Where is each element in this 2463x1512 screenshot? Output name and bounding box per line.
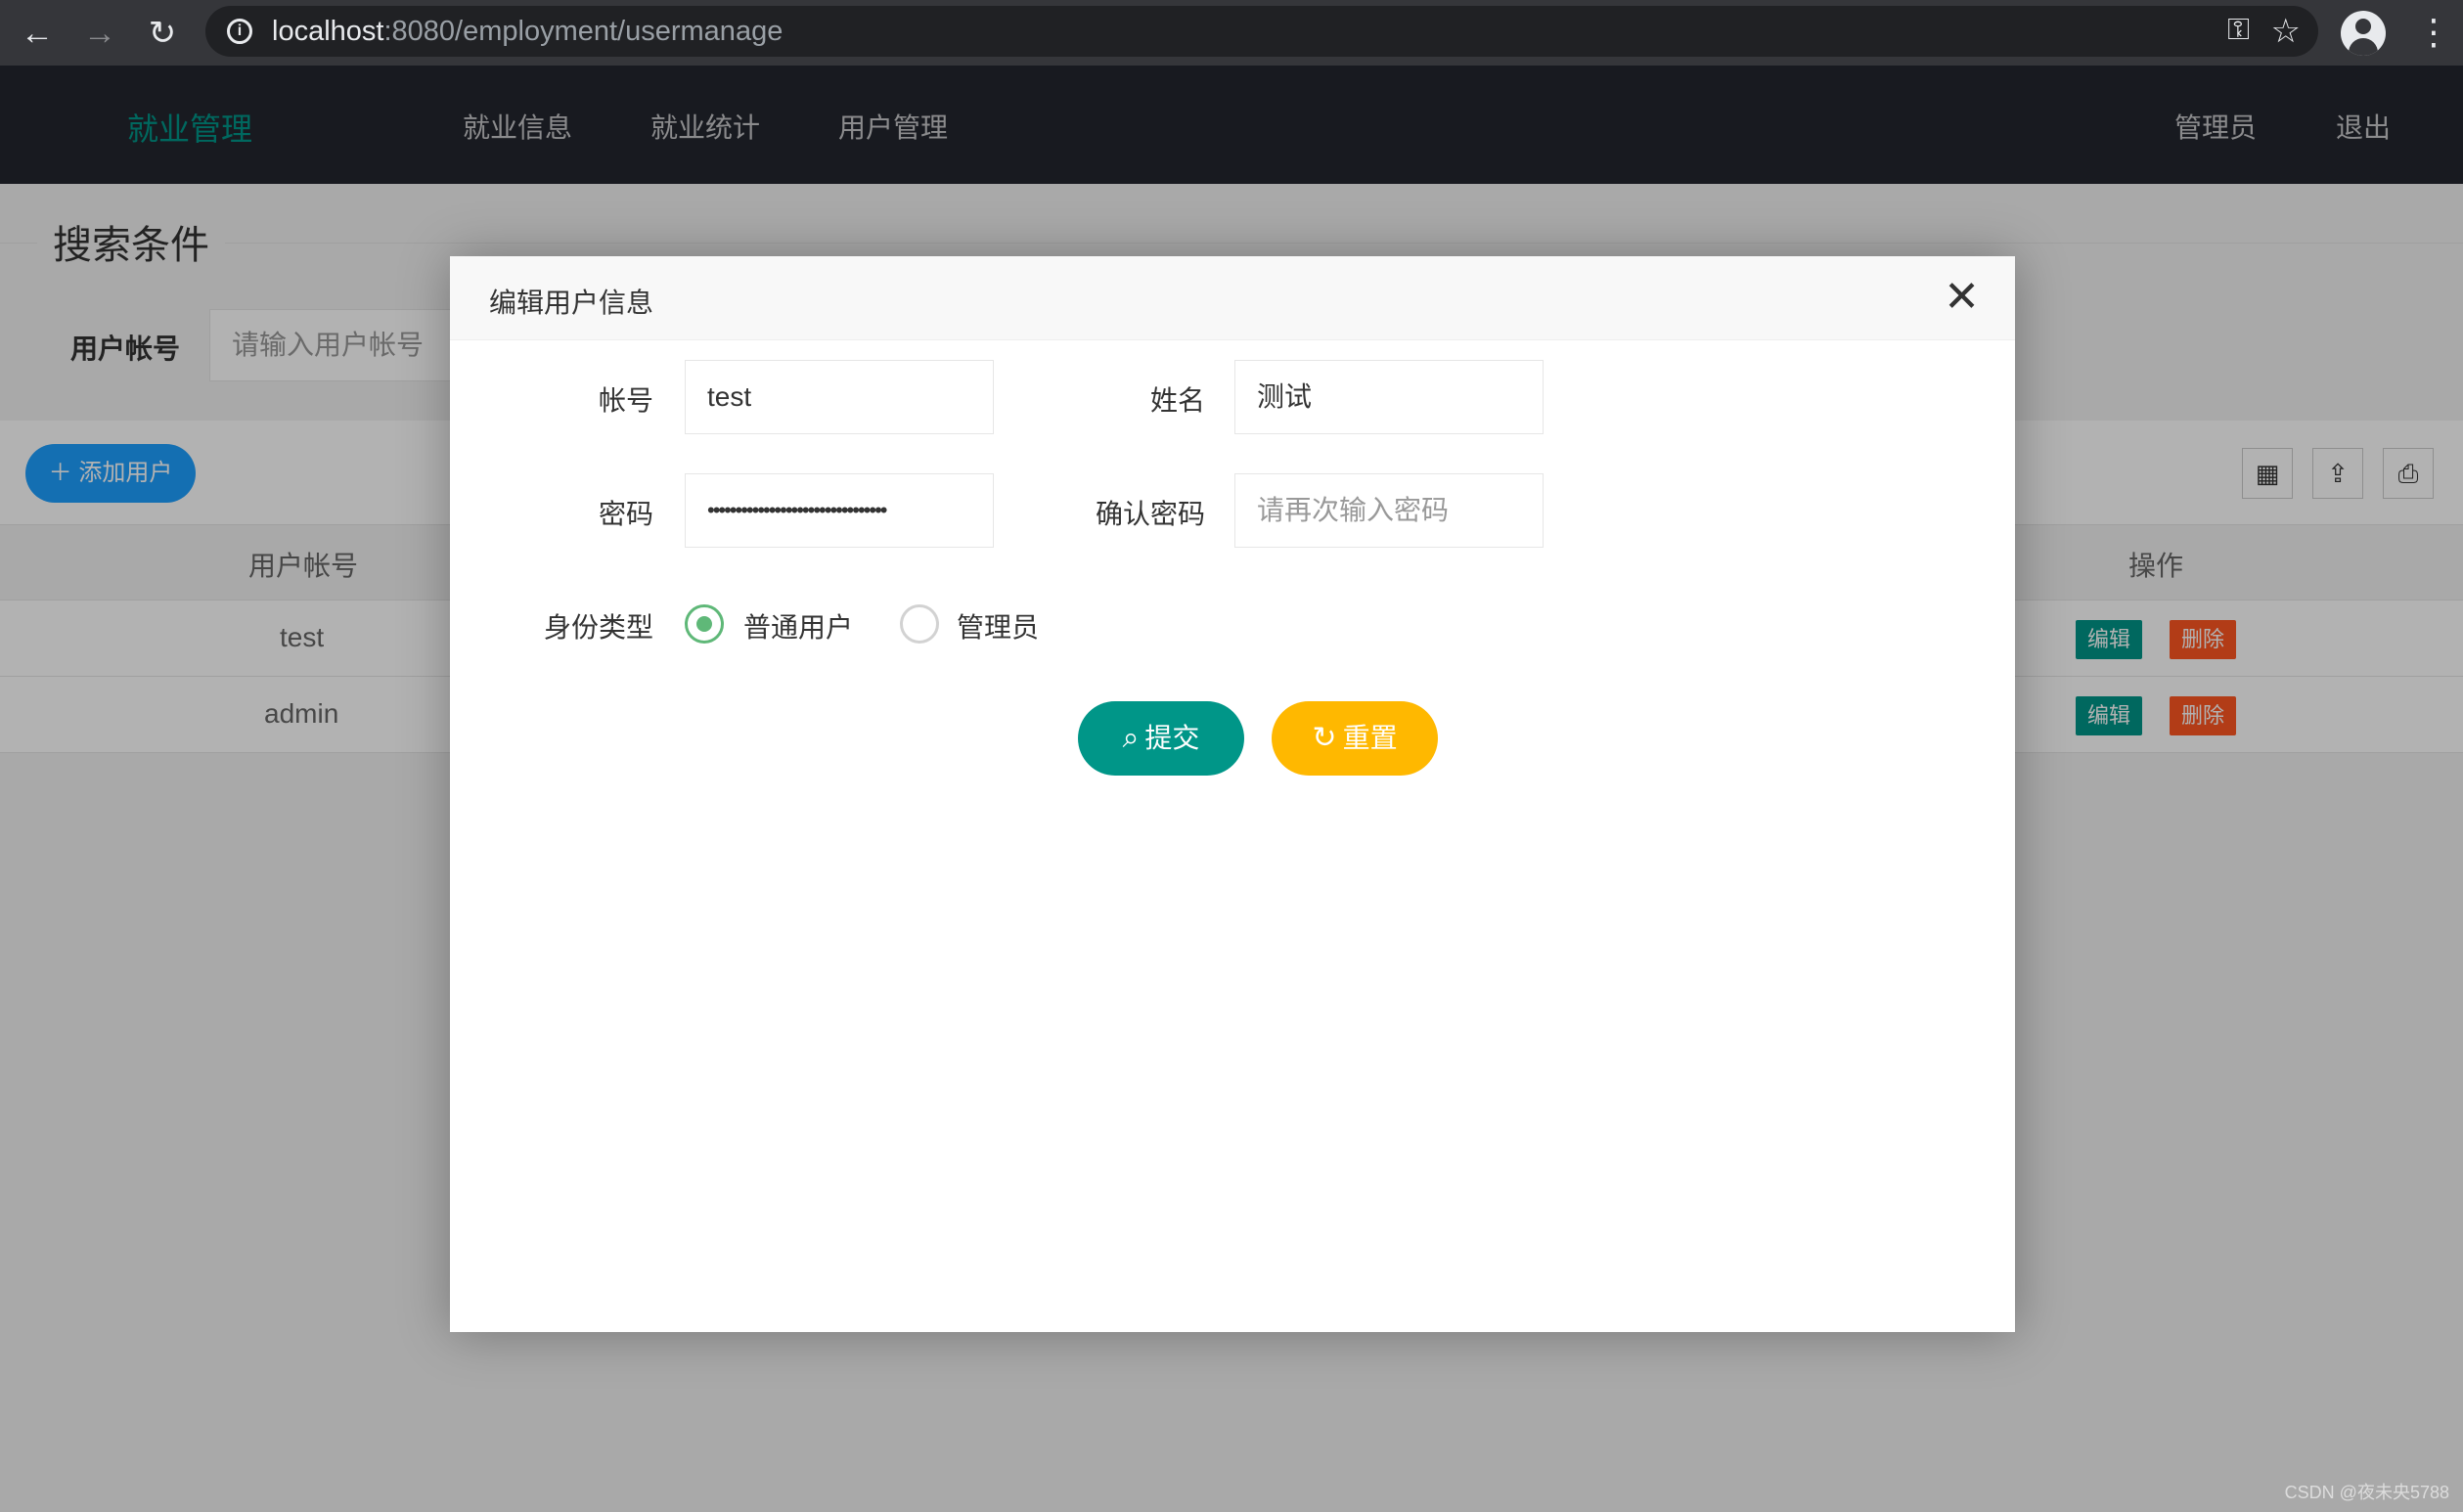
role-option-normal[interactable]: 普通用户 xyxy=(743,606,853,645)
password-input[interactable]: •••••••••••••••••••••••••••••••• xyxy=(685,473,994,548)
dialog-title: 编辑用户信息 xyxy=(489,288,654,318)
bookmark-star-icon[interactable]: ☆ xyxy=(2271,12,2301,51)
forward-icon[interactable]: → xyxy=(80,14,119,53)
role-radio-normal[interactable] xyxy=(685,604,724,644)
refresh-icon: ↻ xyxy=(1312,722,1337,754)
role-radio-admin[interactable] xyxy=(900,604,939,644)
confirm-password-input[interactable]: 请再次输入密码 xyxy=(1234,473,1544,548)
submit-button[interactable]: ⌕ 提交 xyxy=(1078,701,1244,776)
dialog-header: 编辑用户信息 ✕ xyxy=(450,256,2015,340)
browser-menu-icon[interactable]: ⋮ xyxy=(2416,10,2451,55)
account-label: 帐号 xyxy=(598,385,653,416)
account-input[interactable]: test xyxy=(685,360,994,434)
reload-icon[interactable]: ↻ xyxy=(143,14,182,53)
close-icon[interactable]: ✕ xyxy=(1944,276,1980,319)
edit-user-dialog: 编辑用户信息 ✕ 帐号 test 姓名 测试 密码 ••••••••••••••… xyxy=(450,256,2015,1332)
modal-shade-header xyxy=(0,66,2463,184)
reset-button[interactable]: ↻ 重置 xyxy=(1272,701,1438,776)
role-option-admin[interactable]: 管理员 xyxy=(957,606,1039,645)
profile-avatar-icon[interactable] xyxy=(2341,11,2386,56)
watermark: CSDN @夜未央5788 xyxy=(2284,1483,2449,1502)
site-info-icon[interactable]: i xyxy=(227,19,252,44)
browser-toolbar: ← → ↻ i localhost:8080/employment/userma… xyxy=(0,0,2463,66)
search-icon: ⌕ xyxy=(1122,722,1140,754)
name-label: 姓名 xyxy=(1149,385,1205,416)
name-input[interactable]: 测试 xyxy=(1234,360,1544,434)
role-label: 身份类型 xyxy=(543,612,653,643)
key-icon[interactable]: ⚿ xyxy=(2227,14,2250,47)
confirm-password-label: 确认密码 xyxy=(1095,499,1205,529)
password-label: 密码 xyxy=(598,499,653,529)
address-bar[interactable]: i localhost:8080/employment/usermanage ⚿… xyxy=(205,6,2318,57)
back-icon[interactable]: ← xyxy=(18,14,57,53)
url-text[interactable]: localhost:8080/employment/usermanage xyxy=(272,16,783,48)
